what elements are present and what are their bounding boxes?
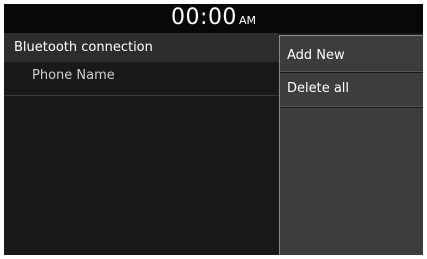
clock-time: 00:00	[171, 5, 237, 30]
status-bar: 00:00 AM	[4, 4, 423, 33]
device-name-label: Phone Name	[32, 68, 115, 83]
delete-all-menu-item[interactable]: Delete all	[280, 73, 423, 108]
device-list-item[interactable]: Phone Name	[4, 62, 279, 96]
device-list-pane: Bluetooth connection Phone Name	[4, 33, 279, 255]
options-menu: Add New Delete all	[279, 35, 423, 255]
clock-ampm: AM	[238, 14, 256, 27]
bluetooth-screen: 00:00 AM Bluetooth connection Phone Name …	[4, 4, 423, 255]
clock: 00:00 AM	[171, 6, 256, 30]
add-new-menu-item[interactable]: Add New	[280, 36, 423, 73]
section-header-bluetooth-connection: Bluetooth connection	[4, 33, 279, 62]
